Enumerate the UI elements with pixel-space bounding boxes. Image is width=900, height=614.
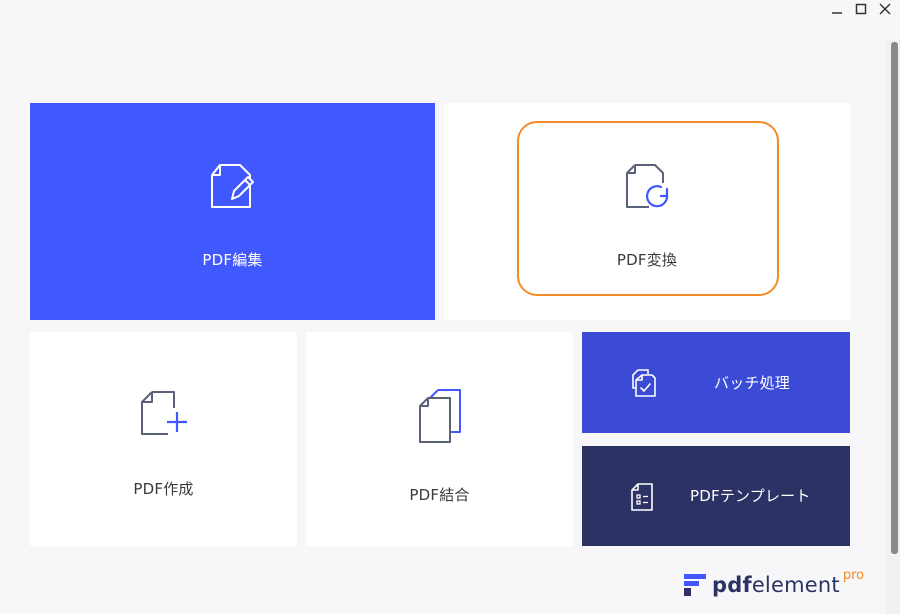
- combine-pdf-label: PDF結合: [409, 486, 470, 504]
- scrollbar-thumb[interactable]: [891, 42, 898, 554]
- logo-text: pdfelement: [712, 573, 840, 597]
- create-pdf-label: PDF作成: [133, 480, 194, 498]
- edit-pdf-label: PDF編集: [202, 251, 263, 269]
- pdfelement-logo: pdfelement pro: [684, 568, 864, 597]
- edit-document-icon: [210, 163, 256, 217]
- minimize-icon[interactable]: [830, 2, 844, 16]
- pdf-template-label: PDFテンプレート: [690, 487, 811, 505]
- pdfelement-logo-icon: [684, 574, 706, 596]
- template-document-icon: [630, 482, 656, 516]
- combine-pdf-card[interactable]: PDF結合: [306, 332, 573, 546]
- batch-process-card[interactable]: バッチ処理: [582, 332, 850, 433]
- batch-process-label: バッチ処理: [714, 374, 791, 392]
- convert-pdf-label: PDF変換: [616, 251, 678, 269]
- maximize-icon[interactable]: [854, 2, 868, 16]
- edit-pdf-card[interactable]: PDF編集: [30, 103, 435, 320]
- convert-document-icon: [621, 163, 673, 217]
- window-controls: [830, 0, 892, 18]
- create-pdf-card[interactable]: PDF作成: [30, 332, 297, 546]
- convert-pdf-card[interactable]: PDF変換: [444, 103, 850, 320]
- pdf-template-card[interactable]: PDFテンプレート: [582, 446, 850, 546]
- create-document-icon: [138, 388, 190, 442]
- combine-documents-icon: [416, 388, 464, 448]
- close-icon[interactable]: [878, 2, 892, 16]
- batch-process-icon: [630, 368, 658, 402]
- logo-pro-badge: pro: [842, 567, 865, 583]
